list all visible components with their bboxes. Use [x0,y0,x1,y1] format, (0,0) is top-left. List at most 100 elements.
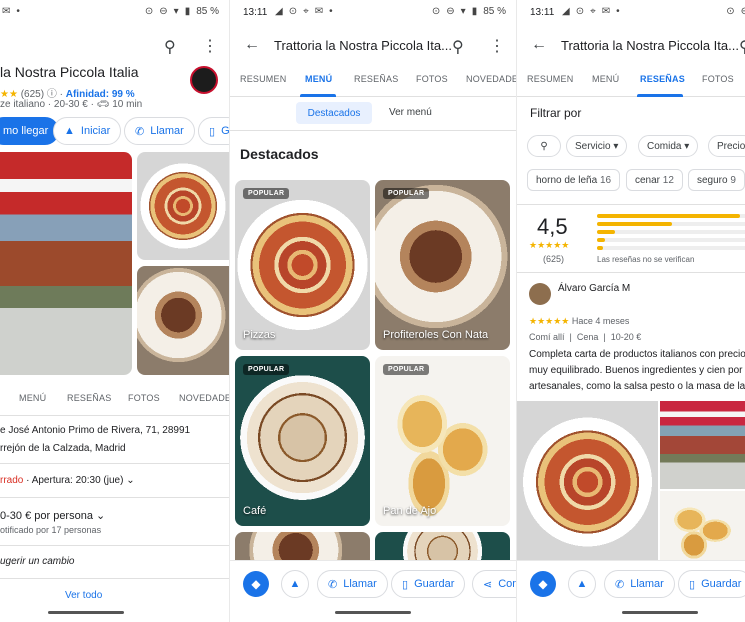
divider [0,545,229,546]
tab-photos[interactable]: FOTOS [702,74,734,84]
menu-item-card[interactable]: POPULAR Pan de Ajo [375,356,510,526]
gesture-bar [48,611,124,614]
star-icons: ★★★★★ [529,240,570,250]
back-arrow-icon[interactable]: ← [244,36,260,54]
back-arrow-icon[interactable]: ← [531,36,547,54]
subtab-highlights[interactable]: Destacados [296,102,372,124]
tab-reviews[interactable]: RESEÑAS [640,74,685,84]
car-icon: 🚗︎ [96,99,110,110]
pizza-photo[interactable] [137,152,229,260]
tab-photos[interactable]: FOTOS [128,393,160,403]
terrace-photo[interactable] [0,152,132,375]
share-button[interactable]: ⋖ Con [472,570,516,598]
filter-food[interactable]: Comida ▾ [638,135,699,157]
place-title: Trattoria la Nostra Piccola Ita... [274,38,452,53]
action-bar: ◆ ▲ ✆ Llamar ▯ Guardar [517,560,745,622]
topic-chip[interactable]: seguro 9 [688,169,745,191]
phone-icon: ✆ [615,578,625,591]
more-options-icon[interactable]: ⋮ [202,36,218,56]
divider [517,272,745,273]
tab-bar: RESUMEN MENÚ RESEÑAS FOTOS [517,61,745,97]
menu-panel: 13:11 ◢ ⊙ ⌖ ✉ • ⊙ ⊖ ▾ ▮ 85 % ← Trattoria la Nost… [230,0,516,622]
review-photo[interactable] [660,401,745,489]
review-rating-row: ★★★★★ Hace 4 meses [529,316,629,327]
filter-price[interactable]: Precio [708,135,745,157]
search-icon[interactable]: ⚲ [452,37,464,57]
start-button[interactable]: ▲ Iniciar [53,117,122,145]
price-row[interactable]: 0-30 € por persona ⌄ [0,509,229,522]
tab-photos[interactable]: FOTOS [416,74,448,84]
tab-bar: MENÚ RESEÑAS FOTOS NOVEDADES [0,380,229,416]
more-options-icon[interactable]: ⋮ [489,36,505,56]
directions-icon[interactable]: ◆ [243,571,269,597]
chevron-down-icon: ⌄ [96,510,106,522]
subtab-full-menu[interactable]: Ver menú [389,107,432,118]
status-right: ⊙ ⊖ [726,6,745,17]
save-button[interactable]: ▯ Guardar [391,570,466,598]
chevron-down-icon: ⌄ [126,475,135,486]
review-text: Completa carta de productos italianos co… [529,349,745,392]
menu-item-name: Pan de Ajo [383,505,437,517]
restaurant-logo [190,66,218,94]
active-tab-indicator [300,94,336,97]
tab-news[interactable]: NOVEDADES [466,74,516,84]
tab-menu[interactable]: MENÚ [305,74,332,84]
directions-icon[interactable]: ◆ [530,571,556,597]
review-photo[interactable] [660,491,745,563]
save-button[interactable]: ▯ G [198,117,229,145]
suggest-edit-link[interactable]: ugerir un cambio [0,556,229,567]
hours-row[interactable]: rrado · Apertura: 20:30 (jue) ⌄ [0,475,229,486]
call-button[interactable]: ✆ Llamar [604,570,675,598]
avatar[interactable] [529,283,551,305]
address-line-1[interactable]: e José Antonio Primo de Rivera, 71, 2899… [0,425,229,436]
rating-bar [597,238,605,242]
call-button[interactable]: ✆ Llamar [317,570,388,598]
tab-menu[interactable]: MENÚ [592,74,619,84]
search-icon[interactable]: ⚲ [739,37,745,57]
phone-icon: ✆ [328,578,338,591]
bookmark-icon: ▯ [689,578,696,591]
rating-bar-track [597,238,745,242]
review-date: Hace 4 meses [571,316,630,326]
dessert-photo[interactable] [137,266,229,375]
tab-summary[interactable]: RESUMEN [527,74,573,84]
menu-item-name: Profiteroles Con Nata [383,329,489,341]
directions-button[interactable]: mo llegar [0,117,60,145]
divider [230,130,516,131]
rating-score: 4,5 [537,214,568,239]
navigation-icon[interactable]: ▲ [568,570,596,598]
status-icons: ✉ • [2,6,20,17]
menu-item-card[interactable]: POPULAR Pizzas [235,180,370,350]
navigation-icon[interactable]: ▲ [281,570,309,598]
bookmark-icon: ▯ [209,125,216,138]
topic-chip[interactable]: cenar 12 [626,169,683,191]
search-icon[interactable]: ⚲ [164,37,176,57]
see-all-link[interactable]: Ver todo [65,590,229,601]
drive-time: 10 min [112,99,143,110]
tab-reviews[interactable]: RESEÑAS [67,393,111,403]
status-icons: ◢ ⊙ ⌖ ✉ • [275,6,333,17]
filter-service[interactable]: Servicio ▾ [566,135,628,157]
save-button[interactable]: ▯ Guardar [678,570,745,598]
tab-reviews[interactable]: RESEÑAS [354,74,398,84]
address-line-2[interactable]: rrejón de la Calzada, Madrid [0,443,229,454]
menu-item-name: Café [243,505,267,517]
rating-bar [597,246,603,250]
tab-news[interactable]: NOVEDADES [179,393,229,403]
phone-icon: ✆ [135,125,145,138]
review-meta: Comí allí | Cena | 10-20 € [529,332,642,342]
reviewer-name[interactable]: Álvaro García M [558,283,630,294]
search-reviews-icon[interactable]: ⚲ [527,135,561,157]
divider [517,204,745,205]
popular-badge: POPULAR [383,364,430,375]
call-button[interactable]: ✆ Llamar [124,117,195,145]
status-right: ⊙ ⊖ ▾ ▮ 85 % [144,6,219,17]
topic-chip[interactable]: horno de leña 16 [527,169,621,191]
category-price: ze italiano · 20-30 € · [0,99,94,110]
menu-item-card[interactable]: POPULAR Café [235,356,370,526]
tab-summary[interactable]: RESUMEN [240,74,286,84]
popular-badge: POPULAR [383,188,430,199]
menu-item-card[interactable]: POPULAR Profiteroles Con Nata [375,180,510,350]
tab-menu[interactable]: MENÚ [19,393,46,403]
review-photo[interactable] [517,401,658,563]
